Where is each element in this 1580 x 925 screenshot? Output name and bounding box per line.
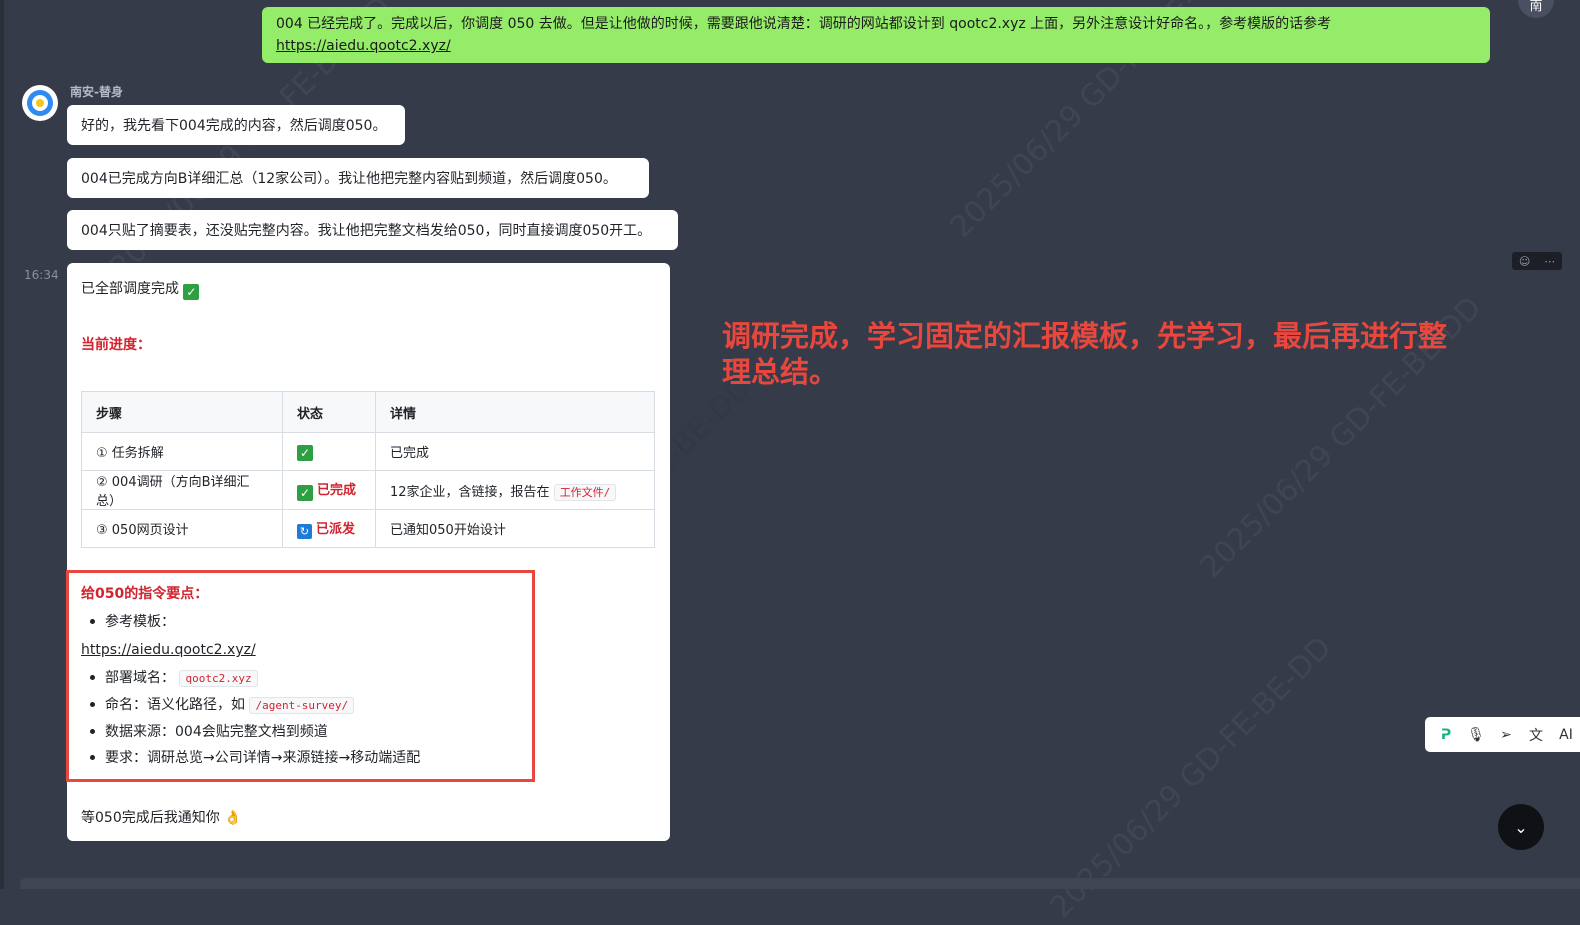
bot-message-text: 004已完成方向B详细汇总（12家公司）。我让他把完整内容贴到频道，然后调度05…	[81, 171, 617, 187]
step-cell: ② 004调研（方向B详细汇总）	[81, 470, 283, 510]
footer-text: 等050完成后我通知你 👌	[81, 810, 242, 826]
list-item: 要求：调研总览→公司详情→来源链接→移动端适配	[81, 745, 420, 771]
send-icon[interactable]: ➢	[1495, 727, 1517, 743]
chevrons-down-icon: ⌄	[1514, 817, 1528, 837]
user-avatar[interactable]: 南	[1518, 0, 1554, 18]
list-item: 部署域名： qootc2.xyz	[81, 665, 420, 692]
status-cell: ✓	[282, 432, 376, 471]
check-icon: ✓	[297, 485, 313, 501]
status-text: 已完成	[317, 483, 357, 498]
table-row: ② 004调研（方向B详细汇总） ✓ 已完成 12家企业，含链接，报告在 工作文件…	[81, 470, 655, 510]
status-cell: ✓ 已完成	[282, 470, 376, 510]
bot-avatar[interactable]	[22, 85, 58, 121]
check-icon: ✓	[297, 444, 313, 461]
list-item: 命名：语义化路径，如 /agent-survey/	[81, 692, 420, 719]
ref-link[interactable]: https://aiedu.qootc2.xyz/	[81, 637, 420, 663]
message-actions[interactable]: ☺ ⋯	[1512, 252, 1562, 270]
domain-code: qootc2.xyz	[179, 670, 258, 687]
bot-message-bubble: 004只贴了摘要表，还没贴完整内容。我让他把完整文档发给050，同时直接调度05…	[67, 210, 678, 250]
naming-code: /agent-survey/	[249, 697, 355, 714]
detail-cell: 已完成	[375, 432, 655, 471]
column-header-step: 步骤	[81, 391, 283, 433]
ai-icon[interactable]: AI	[1555, 727, 1577, 743]
naming-label: 命名：语义化路径，如	[105, 697, 245, 713]
list-item: 参考模板：	[81, 609, 420, 635]
check-icon: ✓	[183, 284, 200, 300]
bot-message-bubble: 004已完成方向B详细汇总（12家公司）。我让他把完整内容贴到频道，然后调度05…	[67, 158, 649, 198]
user-message-text: 004 已经完成了。完成以后，你调度 050 去做。但是让他做的时候，需要跟他说…	[276, 16, 1332, 32]
bot-name: 南安-替身	[70, 85, 123, 99]
detail-text: 12家企业，含链接，报告在	[390, 484, 550, 500]
done-text: 已全部调度完成	[81, 281, 179, 297]
status-cell: ↻ 已派发	[282, 509, 376, 548]
floating-toolbar: ᕈ 🎙 ➢ 文 AI	[1425, 717, 1580, 752]
progress-table: 步骤 状态 详情 ① 任务拆解 ✓ 已完成 ② 004调研（方向B详细汇总） ✓…	[81, 391, 655, 548]
bot-message-text: 004只贴了摘要表，还没贴完整内容。我让他把完整文档发给050，同时直接调度05…	[81, 223, 652, 239]
input-area-edge	[20, 878, 1580, 889]
progress-heading: 当前进度：	[81, 337, 151, 353]
sync-icon: ↻	[297, 524, 312, 539]
ref-label: 参考模板：	[105, 614, 175, 630]
user-message-bubble: 004 已经完成了。完成以后，你调度 050 去做。但是让他做的时候，需要跟他说…	[262, 7, 1490, 63]
emoji-icon[interactable]: ☺	[1519, 255, 1530, 268]
logo-icon[interactable]: ᕈ	[1435, 727, 1457, 743]
table-header-row: 步骤 状态 详情	[81, 391, 655, 433]
folder-code: 工作文件/	[553, 483, 617, 501]
annotation-text: 调研完成，学习固定的汇报模板，先学习，最后再进行整理总结。	[722, 319, 1448, 389]
bot-message-bubble: 好的，我先看下004完成的内容，然后调度050。	[67, 105, 405, 145]
domain-label: 部署域名：	[105, 670, 175, 686]
report-card: 已全部调度完成 ✓ 当前进度： 步骤 状态 详情 ① 任务拆解 ✓ 已完成 ② …	[67, 263, 670, 841]
status-text: 已派发	[316, 522, 356, 537]
table-row: ③ 050网页设计 ↻ 已派发 已通知050开始设计	[81, 509, 655, 548]
translate-icon[interactable]: 文	[1525, 725, 1547, 745]
table-row: ① 任务拆解 ✓ 已完成	[81, 432, 655, 471]
instructions-list: 参考模板： https://aiedu.qootc2.xyz/ 部署域名： qo…	[81, 609, 420, 771]
detail-cell: 已通知050开始设计	[375, 509, 655, 548]
column-header-detail: 详情	[375, 391, 655, 433]
bot-message-text: 好的，我先看下004完成的内容，然后调度050。	[81, 118, 387, 134]
user-message-link[interactable]: https://aiedu.qootc2.xyz/	[276, 38, 451, 54]
column-header-status: 状态	[282, 391, 376, 433]
detail-cell: 12家企业，含链接，报告在 工作文件/	[375, 470, 655, 510]
message-timestamp: 16:34	[24, 268, 59, 282]
scroll-down-button[interactable]: ⌄	[1498, 804, 1544, 850]
list-item: 数据来源：004会贴完整文档到频道	[81, 719, 420, 745]
left-edge	[0, 0, 4, 889]
mic-icon[interactable]: 🎙	[1465, 727, 1487, 743]
more-icon[interactable]: ⋯	[1544, 255, 1555, 268]
instructions-heading: 给050的指令要点：	[81, 586, 209, 602]
step-cell: ① 任务拆解	[81, 432, 283, 471]
done-line: 已全部调度完成 ✓	[81, 278, 200, 300]
step-cell: ③ 050网页设计	[81, 509, 283, 548]
